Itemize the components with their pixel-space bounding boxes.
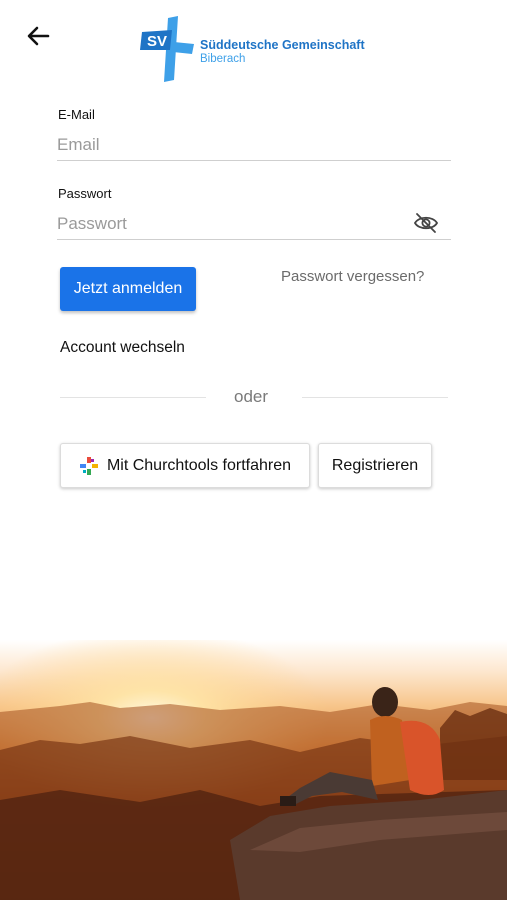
password-visibility-toggle[interactable]: [412, 211, 440, 235]
logo-badge: SV: [147, 33, 167, 50]
divider-left: [60, 397, 206, 398]
logo-subtitle: Biberach: [200, 53, 246, 65]
divider-right: [302, 397, 448, 398]
logo-mark: SV: [140, 16, 194, 82]
login-button[interactable]: Jetzt anmelden: [60, 267, 196, 311]
divider-text: oder: [234, 387, 269, 406]
churchtools-button-label: Mit Churchtools fortfahren: [106, 456, 292, 474]
forgot-password-link[interactable]: Passwort vergessen?: [281, 268, 424, 285]
email-field[interactable]: [57, 129, 451, 161]
email-label: E-Mail: [58, 107, 95, 122]
sunset-hiker-image: [0, 640, 507, 900]
churchtools-login-button[interactable]: Mit Churchtools fortfahren: [60, 443, 310, 488]
register-button[interactable]: Registrieren: [318, 443, 432, 488]
back-button[interactable]: [22, 22, 54, 50]
password-label: Passwort: [58, 186, 112, 201]
arrow-left-icon: [27, 26, 50, 46]
eye-off-icon: [413, 213, 439, 233]
logo: SV Süddeutsche Gemeinschaft Biberach: [138, 14, 378, 84]
logo-title: Süddeutsche Gemeinschaft: [200, 38, 365, 52]
switch-account-link[interactable]: Account wechseln: [60, 339, 185, 357]
churchtools-icon: [79, 456, 98, 475]
password-field[interactable]: [57, 208, 451, 240]
